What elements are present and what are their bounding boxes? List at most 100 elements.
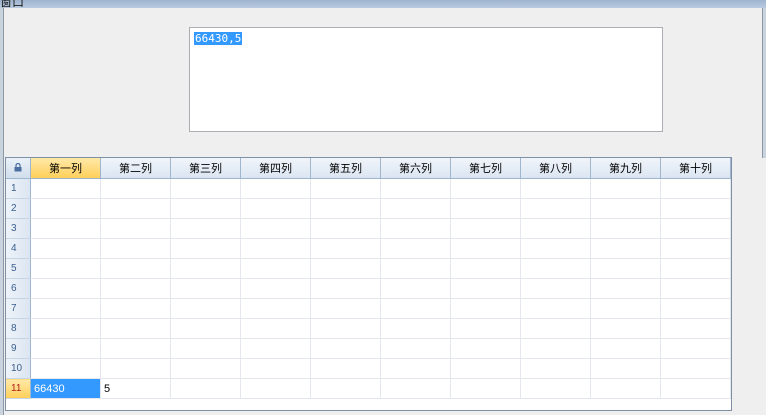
grid-cell[interactable] xyxy=(30,178,101,199)
grid-cell[interactable] xyxy=(450,238,521,259)
grid-cell[interactable] xyxy=(380,318,451,339)
grid-cell[interactable] xyxy=(380,378,451,399)
grid-cell[interactable] xyxy=(660,278,731,299)
grid-cell[interactable] xyxy=(30,238,101,259)
grid-cell[interactable] xyxy=(100,258,171,279)
grid-cell[interactable] xyxy=(170,378,241,399)
grid-cell[interactable] xyxy=(380,258,451,279)
column-header[interactable]: 第七列 xyxy=(450,158,521,179)
grid-cell[interactable] xyxy=(450,338,521,359)
grid-cell[interactable]: 5 xyxy=(100,378,171,399)
grid-cell[interactable] xyxy=(310,358,381,379)
grid-cell[interactable] xyxy=(100,318,171,339)
grid-cell[interactable] xyxy=(590,318,661,339)
grid-cell[interactable] xyxy=(520,198,591,219)
grid-cell[interactable] xyxy=(380,198,451,219)
grid-cell[interactable] xyxy=(100,358,171,379)
grid-cell[interactable] xyxy=(240,298,311,319)
row-header[interactable]: 7 xyxy=(6,298,31,319)
grid-cell[interactable] xyxy=(170,298,241,319)
row-header[interactable]: 9 xyxy=(6,338,31,359)
grid-cell[interactable] xyxy=(450,298,521,319)
grid-cell[interactable] xyxy=(380,358,451,379)
grid-cell[interactable] xyxy=(310,338,381,359)
grid-cell[interactable] xyxy=(660,298,731,319)
grid-cell[interactable] xyxy=(240,338,311,359)
grid-cell[interactable] xyxy=(170,198,241,219)
grid-cell[interactable] xyxy=(100,278,171,299)
grid-cell[interactable] xyxy=(660,318,731,339)
grid-cell[interactable] xyxy=(310,258,381,279)
grid-corner[interactable] xyxy=(6,158,31,179)
column-header[interactable]: 第一列 xyxy=(30,158,101,179)
row-header[interactable]: 5 xyxy=(6,258,31,279)
grid-cell[interactable] xyxy=(310,238,381,259)
grid-cell[interactable] xyxy=(590,298,661,319)
grid-cell[interactable] xyxy=(590,238,661,259)
grid-cell[interactable] xyxy=(100,198,171,219)
grid-cell[interactable] xyxy=(380,178,451,199)
grid-cell[interactable] xyxy=(450,278,521,299)
grid-cell[interactable] xyxy=(100,298,171,319)
grid-cell[interactable] xyxy=(450,258,521,279)
grid-cell[interactable] xyxy=(170,258,241,279)
row-header[interactable]: 10 xyxy=(6,358,31,379)
grid-cell[interactable] xyxy=(30,318,101,339)
grid-cell[interactable] xyxy=(240,218,311,239)
grid-cell[interactable] xyxy=(380,338,451,359)
grid-cell[interactable] xyxy=(170,318,241,339)
grid-cell[interactable] xyxy=(660,258,731,279)
result-textbox[interactable]: 66430,5 xyxy=(189,27,663,132)
grid-cell[interactable] xyxy=(310,218,381,239)
column-header[interactable]: 第三列 xyxy=(170,158,241,179)
grid-cell[interactable] xyxy=(240,378,311,399)
row-header[interactable]: 6 xyxy=(6,278,31,299)
grid-cell[interactable] xyxy=(450,378,521,399)
selected-cell[interactable]: 66430 xyxy=(30,378,101,399)
grid-cell[interactable] xyxy=(450,218,521,239)
textbox-selected-text[interactable]: 66430,5 xyxy=(194,32,243,45)
grid-cell[interactable] xyxy=(520,238,591,259)
grid-cell[interactable] xyxy=(520,218,591,239)
grid-cell[interactable] xyxy=(660,198,731,219)
grid-cell[interactable] xyxy=(310,378,381,399)
grid-cell[interactable] xyxy=(660,338,731,359)
column-header[interactable]: 第五列 xyxy=(310,158,381,179)
grid-cell[interactable] xyxy=(30,218,101,239)
grid-cell[interactable] xyxy=(30,258,101,279)
grid-cell[interactable] xyxy=(450,358,521,379)
grid-cell[interactable] xyxy=(520,378,591,399)
grid-cell[interactable] xyxy=(310,318,381,339)
row-header[interactable]: 1 xyxy=(6,178,31,199)
grid-cell[interactable] xyxy=(450,198,521,219)
grid-cell[interactable] xyxy=(380,278,451,299)
grid-cell[interactable] xyxy=(240,258,311,279)
grid-cell[interactable] xyxy=(100,178,171,199)
grid-cell[interactable] xyxy=(590,178,661,199)
grid-cell[interactable] xyxy=(170,338,241,359)
grid-cell[interactable] xyxy=(240,238,311,259)
grid-cell[interactable] xyxy=(170,218,241,239)
grid-cell[interactable] xyxy=(240,318,311,339)
grid-cell[interactable] xyxy=(310,178,381,199)
grid-cell[interactable] xyxy=(450,178,521,199)
grid-cell[interactable] xyxy=(520,358,591,379)
grid-cell[interactable] xyxy=(660,218,731,239)
grid-cell[interactable] xyxy=(240,358,311,379)
grid-cell[interactable] xyxy=(310,298,381,319)
grid-cell[interactable] xyxy=(30,198,101,219)
column-header[interactable]: 第二列 xyxy=(100,158,171,179)
grid-cell[interactable] xyxy=(240,278,311,299)
grid-cell[interactable] xyxy=(100,218,171,239)
column-header[interactable]: 第九列 xyxy=(590,158,661,179)
grid-cell[interactable] xyxy=(520,278,591,299)
row-header[interactable]: 2 xyxy=(6,198,31,219)
grid-cell[interactable] xyxy=(520,338,591,359)
grid-cell[interactable] xyxy=(520,318,591,339)
grid-cell[interactable] xyxy=(30,358,101,379)
grid-cell[interactable] xyxy=(170,238,241,259)
grid-cell[interactable] xyxy=(590,378,661,399)
row-header[interactable]: 4 xyxy=(6,238,31,259)
column-header[interactable]: 第四列 xyxy=(240,158,311,179)
grid-cell[interactable] xyxy=(660,378,731,399)
